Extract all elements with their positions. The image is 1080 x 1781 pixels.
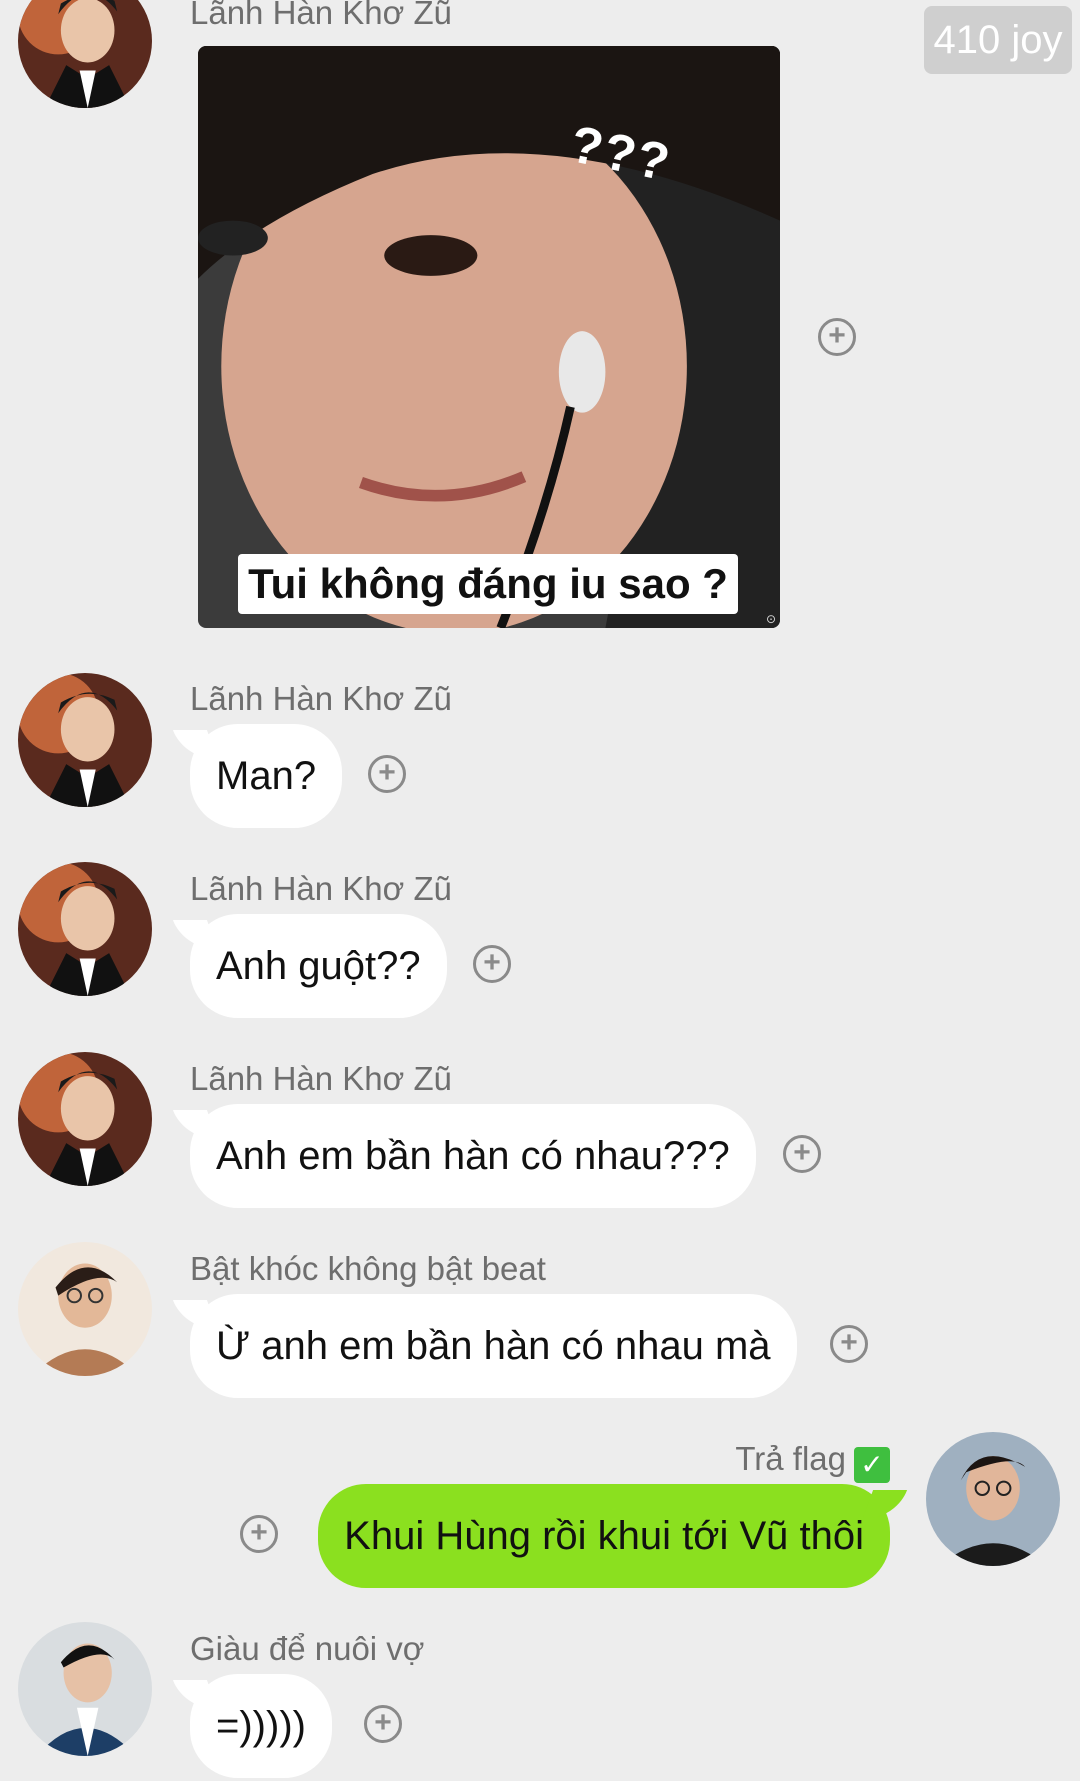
sender-name: Lãnh Hàn Khơ Zũ xyxy=(190,1060,452,1097)
sender-name: Giàu để nuôi vợ xyxy=(190,1630,425,1667)
meme-image[interactable]: ??? Tui không đáng iu sao ? ⊙ xyxy=(198,46,780,628)
add-reaction-icon[interactable]: + xyxy=(473,945,511,983)
sender-name: Bật khóc không bật beat xyxy=(190,1250,546,1287)
meme-caption: Tui không đáng iu sao ? xyxy=(238,554,738,614)
add-reaction-icon[interactable]: + xyxy=(364,1705,402,1743)
avatar-sender-1[interactable] xyxy=(18,0,152,108)
check-mark-icon: ✓ xyxy=(854,1447,890,1483)
weibo-watermark: ⊙ xyxy=(765,612,776,626)
avatar-sender-1[interactable] xyxy=(18,673,152,807)
add-reaction-icon[interactable]: + xyxy=(830,1325,868,1363)
sender-name: Lãnh Hàn Khơ Zũ xyxy=(190,0,452,31)
add-reaction-icon[interactable]: + xyxy=(818,318,856,356)
joy-counter-badge: 410 joy xyxy=(924,6,1072,74)
message-bubble[interactable]: Anh em bần hàn có nhau??? xyxy=(190,1104,756,1208)
add-reaction-icon[interactable]: + xyxy=(240,1515,278,1553)
avatar-sender-3[interactable] xyxy=(18,1622,152,1756)
sender-name-self: Trả flag ✓ xyxy=(735,1440,890,1483)
message-bubble[interactable]: Ừ anh em bần hàn có nhau mà xyxy=(190,1294,797,1398)
message-bubble[interactable]: Anh guột?? xyxy=(190,914,447,1018)
message-bubble-self[interactable]: Khui Hùng rồi khui tới Vũ thôi xyxy=(318,1484,890,1588)
avatar-sender-1[interactable] xyxy=(18,1052,152,1186)
avatar-self[interactable] xyxy=(926,1432,1060,1566)
avatar-sender-1[interactable] xyxy=(18,862,152,996)
sender-name: Lãnh Hàn Khơ Zũ xyxy=(190,870,452,907)
message-bubble[interactable]: Man? xyxy=(190,724,343,828)
add-reaction-icon[interactable]: + xyxy=(368,755,406,793)
avatar-sender-2[interactable] xyxy=(18,1242,152,1376)
sender-name: Lãnh Hàn Khơ Zũ xyxy=(190,680,452,717)
message-bubble[interactable]: =))))) xyxy=(190,1674,332,1778)
add-reaction-icon[interactable]: + xyxy=(783,1135,821,1173)
